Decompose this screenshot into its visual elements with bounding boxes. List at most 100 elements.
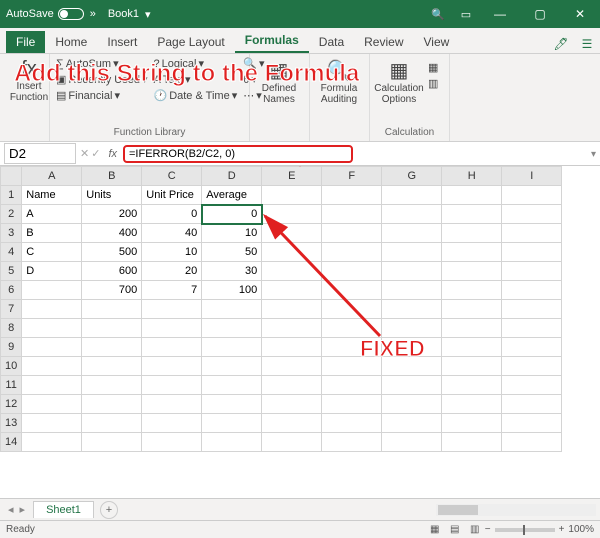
cell[interactable]: 10 [202,224,262,243]
col-g[interactable]: G [382,167,442,186]
row-9[interactable]: 9 [1,338,22,357]
cell[interactable] [502,186,562,205]
cell[interactable] [442,205,502,224]
ribbon-options-icon[interactable]: ▭ [452,8,480,21]
cell[interactable] [262,205,322,224]
formula-bar[interactable]: =IFERROR(B2/C2, 0) [123,145,353,163]
sheet-next-icon[interactable]: ▸ [20,503,26,516]
cell[interactable]: 10 [142,243,202,262]
expand-formula-bar-icon[interactable]: ▾ [591,149,596,160]
tab-home[interactable]: Home [45,31,97,53]
cell[interactable] [382,262,442,281]
sheet-tab-active[interactable]: Sheet1 [33,501,94,518]
cell[interactable]: Unit Price [142,186,202,205]
col-h[interactable]: H [442,167,502,186]
cell[interactable] [262,224,322,243]
cell[interactable]: Units [82,186,142,205]
cell[interactable] [502,262,562,281]
row-2[interactable]: 2 [1,205,22,224]
cell[interactable]: 100 [202,281,262,300]
calc-options-button[interactable]: ▦ Calculation Options [374,56,424,105]
cell[interactable] [502,243,562,262]
cell[interactable]: Name [22,186,82,205]
tab-file[interactable]: File [6,31,45,53]
cell[interactable] [442,243,502,262]
formula-auditing-button[interactable]: 🔍 Formula Auditing [314,56,364,105]
share-button[interactable]: 🖊 [548,37,574,53]
search-icon[interactable]: 🔍 [424,8,452,21]
row-11[interactable]: 11 [1,376,22,395]
row-14[interactable]: 14 [1,433,22,452]
col-b[interactable]: B [82,167,142,186]
cell[interactable]: 20 [142,262,202,281]
recent-button[interactable]: ▣Recently Used ▾ [54,72,149,87]
row-5[interactable]: 5 [1,262,22,281]
cell[interactable]: 500 [82,243,142,262]
cell[interactable] [322,262,382,281]
col-d[interactable]: D [202,167,262,186]
cell[interactable] [382,186,442,205]
cell[interactable]: Average [202,186,262,205]
zoom-out-button[interactable]: − [485,524,491,535]
row-10[interactable]: 10 [1,357,22,376]
cell[interactable] [382,243,442,262]
cell[interactable] [22,281,82,300]
col-f[interactable]: F [322,167,382,186]
row-13[interactable]: 13 [1,414,22,433]
cell[interactable]: 30 [202,262,262,281]
cancel-icon[interactable]: ✕ [80,147,89,160]
sheet-prev-icon[interactable]: ◂ [8,503,14,516]
fx-label[interactable]: fx [108,148,117,160]
row-6[interactable]: 6 [1,281,22,300]
cell[interactable]: 400 [82,224,142,243]
tab-view[interactable]: View [414,31,460,53]
cell[interactable] [262,262,322,281]
cell[interactable] [322,243,382,262]
cell[interactable]: C [22,243,82,262]
logical-button[interactable]: ?Logical ▾ [151,56,239,71]
zoom-in-button[interactable]: + [559,524,565,535]
cell[interactable] [502,224,562,243]
datetime-button[interactable]: 🕐Date & Time ▾ [151,88,239,103]
cell[interactable] [322,281,382,300]
view-break-icon[interactable]: ▥ [465,524,485,535]
cell[interactable]: A [22,205,82,224]
insert-function-button[interactable]: fx Insert Function [4,56,54,103]
cell[interactable] [322,205,382,224]
view-layout-icon[interactable]: ▤ [445,524,465,535]
tab-data[interactable]: Data [309,31,354,53]
autosum-button[interactable]: ∑AutoSum ▾ [54,56,149,71]
cell[interactable] [382,224,442,243]
cell[interactable] [442,224,502,243]
horizontal-scrollbar[interactable] [436,504,596,516]
cell[interactable] [262,281,322,300]
calc-now-button[interactable]: ▦ [426,60,440,75]
text-button[interactable]: AText ▾ [151,72,239,87]
saved-dropdown-icon[interactable]: ▾ [145,8,151,21]
cell[interactable]: D [22,262,82,281]
add-sheet-button[interactable]: + [100,501,118,519]
cell[interactable] [262,243,322,262]
cell[interactable]: 7 [142,281,202,300]
cell[interactable] [442,262,502,281]
cell[interactable] [262,186,322,205]
tab-page-layout[interactable]: Page Layout [147,31,234,53]
cell[interactable] [502,281,562,300]
comments-button[interactable]: ☰ [574,37,600,53]
cell[interactable]: 600 [82,262,142,281]
name-box[interactable] [4,143,76,164]
close-button[interactable]: ✕ [560,0,600,28]
cell[interactable] [382,281,442,300]
cell[interactable]: 40 [142,224,202,243]
col-i[interactable]: I [502,167,562,186]
cell[interactable] [442,186,502,205]
maximize-button[interactable]: ▢ [520,0,560,28]
cell[interactable] [502,205,562,224]
calc-sheet-button[interactable]: ▥ [426,76,440,91]
cell[interactable] [322,186,382,205]
view-normal-icon[interactable]: ▦ [425,524,445,535]
enter-icon[interactable]: ✓ [91,147,100,160]
cell[interactable]: 0 [142,205,202,224]
cell[interactable]: 200 [82,205,142,224]
row-8[interactable]: 8 [1,319,22,338]
